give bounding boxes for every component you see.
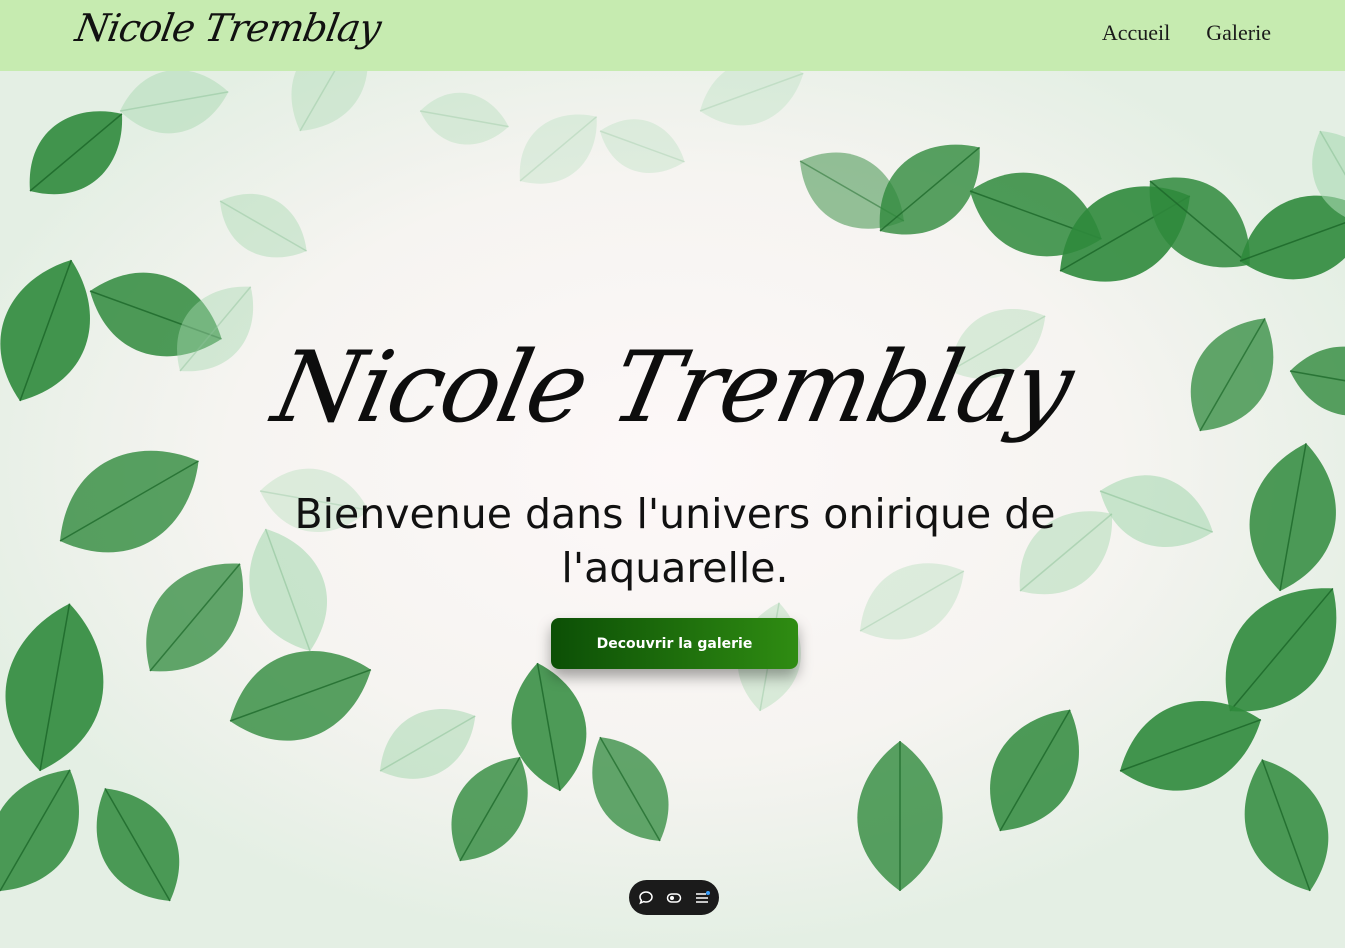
nav-link-accueil[interactable]: Accueil [1102, 20, 1170, 46]
hero-title: Nicole Tremblay [264, 331, 1081, 445]
main-nav: Accueil Galerie [1102, 20, 1271, 46]
brand-logo[interactable]: Nicole Tremblay [72, 6, 384, 50]
floating-toolbar [629, 880, 719, 915]
site-header: Nicole Tremblay Accueil Galerie [0, 0, 1345, 71]
eye-icon[interactable] [666, 890, 682, 906]
discover-gallery-button[interactable]: Decouvrir la galerie [551, 618, 798, 669]
hero-subtitle-line2: l'aquarelle. [561, 544, 789, 592]
nav-link-galerie[interactable]: Galerie [1206, 20, 1271, 46]
hero-subtitle-line1: Bienvenue dans l'univers onirique de [294, 490, 1056, 538]
hero-section: Nicole Tremblay Bienvenue dans l'univers… [0, 71, 1345, 948]
menu-icon[interactable] [694, 890, 710, 906]
hero-subtitle: Bienvenue dans l'univers onirique de l'a… [230, 487, 1120, 595]
chat-icon[interactable] [638, 890, 654, 906]
